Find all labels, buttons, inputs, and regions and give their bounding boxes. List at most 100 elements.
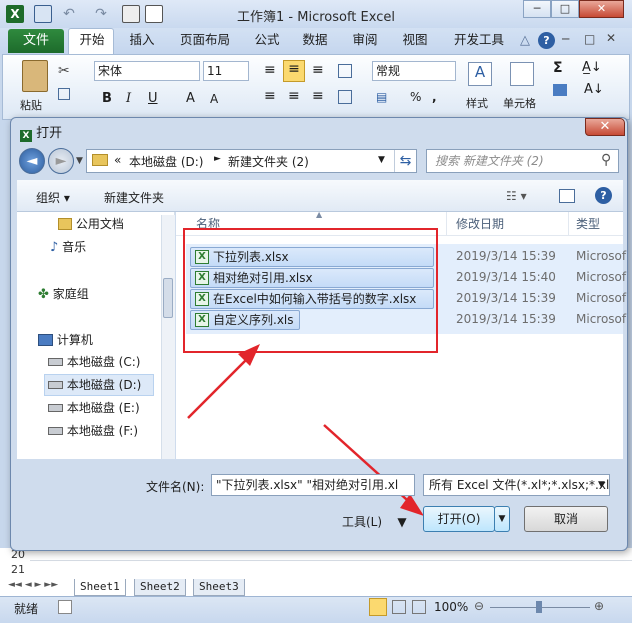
cells-icon[interactable] [510,62,534,86]
column-type[interactable]: 类型 [576,215,600,232]
cells-label[interactable]: 单元格 [503,95,536,111]
zoom-level[interactable]: 100% [434,600,468,614]
tab-page-layout[interactable]: 页面布局 [174,30,236,52]
font-size-combo[interactable]: 11 [203,61,249,81]
filetype-dropdown-icon[interactable]: ▼ [598,480,605,490]
nav-scrollbar-thumb[interactable] [163,278,173,318]
autosum-icon[interactable]: Σ [553,60,563,76]
paste-icon[interactable] [22,60,48,92]
align-right-icon[interactable]: ≡ [312,88,324,104]
dialog-close-button[interactable]: ✕ [585,118,625,136]
view-options-icon[interactable]: ☷ ▾ [506,189,527,203]
italic-icon[interactable]: I [126,91,131,106]
search-input[interactable]: 搜索 新建文件夹 (2) [426,149,619,173]
shrink-font-icon[interactable]: A [210,92,218,106]
tab-formulas[interactable]: 公式 [250,30,284,52]
nav-item-drive-d[interactable]: 本地磁盘 (D:) [48,374,141,396]
ribbon-restore-button[interactable]: □ [584,32,595,46]
recent-locations-icon[interactable]: ▼ [76,156,83,166]
percent-icon[interactable]: % [410,90,421,104]
nav-item-drive-c[interactable]: 本地磁盘 (C:) [48,351,140,373]
paste-label[interactable]: 粘贴 [20,97,42,113]
sheet-tab-3[interactable]: Sheet3 [193,579,245,596]
preview-pane-icon[interactable] [559,189,575,203]
normal-view-icon[interactable] [369,598,387,616]
tab-developer[interactable]: 开发工具 [448,30,510,52]
ribbon-close-button[interactable]: ✕ [606,31,616,45]
nav-item-public-docs[interactable]: 公用文档 [58,213,124,235]
tab-review[interactable]: 审阅 [348,30,382,52]
filetype-select[interactable]: 所有 Excel 文件(*.xl*;*.xlsx;*.xl [423,474,610,496]
minimize-button[interactable]: ─ [523,0,551,18]
close-button[interactable]: ✕ [579,0,624,18]
minimize-ribbon-icon[interactable]: △ [520,33,530,48]
currency-icon[interactable]: ▤ [376,90,387,104]
organize-button[interactable]: 组织 ▾ [36,189,70,206]
nav-scrollbar[interactable] [161,215,175,459]
macro-record-icon[interactable] [58,600,72,614]
tab-insert[interactable]: 插入 [124,30,160,52]
styles-label[interactable]: 样式 [466,95,488,111]
cut-icon[interactable]: ✂ [58,63,70,79]
wrap-text-icon[interactable] [338,64,352,78]
sheet-tab-1[interactable]: Sheet1 [74,579,126,596]
breadcrumb-separator[interactable]: ► [214,154,221,164]
fill-icon[interactable] [553,84,567,96]
refresh-icon[interactable]: ⇆ [394,150,416,172]
tab-view[interactable]: 视图 [398,30,432,52]
nav-item-drive-e[interactable]: 本地磁盘 (E:) [48,397,140,419]
ribbon-minimize-button[interactable]: ─ [562,32,569,46]
number-format-combo[interactable]: 常规 [372,61,456,81]
bold-icon[interactable]: B [102,91,112,106]
tab-home[interactable]: 开始 [72,30,112,52]
forward-button[interactable]: ► [48,148,74,174]
breadcrumb-overflow[interactable]: « [114,153,121,167]
tab-data[interactable]: 数据 [298,30,332,52]
sheet-tab-2[interactable]: Sheet2 [134,579,186,596]
column-divider[interactable] [568,212,569,236]
font-name-combo[interactable]: 宋体 [94,61,200,81]
breadcrumb-folder[interactable]: 新建文件夹 (2) [228,153,309,170]
align-middle-icon[interactable]: ≡ [283,60,305,82]
zoom-slider-thumb[interactable] [536,601,542,613]
copy-icon[interactable] [58,88,70,100]
zoom-out-icon[interactable]: ⊖ [474,599,484,613]
breadcrumb-drive[interactable]: 本地磁盘 (D:) [129,153,203,170]
maximize-button[interactable]: □ [551,0,579,18]
open-dropdown-button[interactable]: ▼ [494,506,510,532]
back-button[interactable]: ◄ [19,148,45,174]
styles-icon[interactable]: A [468,62,492,86]
sort-filter-icon[interactable]: A̲↓ [582,60,602,75]
tab-file[interactable]: 文件 [8,29,64,53]
zoom-in-icon[interactable]: ⊕ [594,599,604,613]
merge-icon[interactable] [338,90,352,104]
cancel-button[interactable]: 取消 [524,506,608,532]
tools-button[interactable]: 工具(L) ▼ [342,513,407,530]
nav-item-drive-f[interactable]: 本地磁盘 (F:) [48,420,138,442]
align-center-icon[interactable]: ≡ [288,88,300,104]
open-button[interactable]: 打开(O) [423,506,495,532]
nav-item-computer[interactable]: 计算机 [38,329,93,351]
nav-item-music[interactable]: ♪ 音乐 [50,236,86,258]
help-icon[interactable]: ? [538,32,555,49]
column-modified[interactable]: 修改日期 [456,215,504,232]
grow-font-icon[interactable]: A [186,91,195,106]
drive-icon [48,427,63,435]
nav-item-homegroup[interactable]: ✤ 家庭组 [38,283,89,305]
find-select-icon[interactable]: A↓ [584,82,604,97]
nav-item-label: 本地磁盘 (C:) [66,355,141,369]
page-break-view-icon[interactable] [412,600,426,614]
comma-icon[interactable]: , [432,90,437,104]
new-folder-button[interactable]: 新建文件夹 [104,189,164,206]
align-top-icon[interactable]: ≡ [264,62,276,78]
sheet-nav-arrows[interactable]: ◄◄ ◄ ► ►► [8,580,58,590]
help-icon[interactable]: ? [595,187,612,204]
address-dropdown-icon[interactable]: ▼ [378,155,385,165]
page-layout-view-icon[interactable] [392,600,406,614]
column-divider[interactable] [446,212,447,236]
search-icon[interactable]: ⚲ [601,152,611,168]
underline-icon[interactable]: U [148,91,158,106]
filename-input[interactable]: "下拉列表.xlsx" "相对绝对引用.xl [211,474,415,496]
align-left-icon[interactable]: ≡ [264,88,276,104]
align-bottom-icon[interactable]: ≡ [312,62,324,78]
